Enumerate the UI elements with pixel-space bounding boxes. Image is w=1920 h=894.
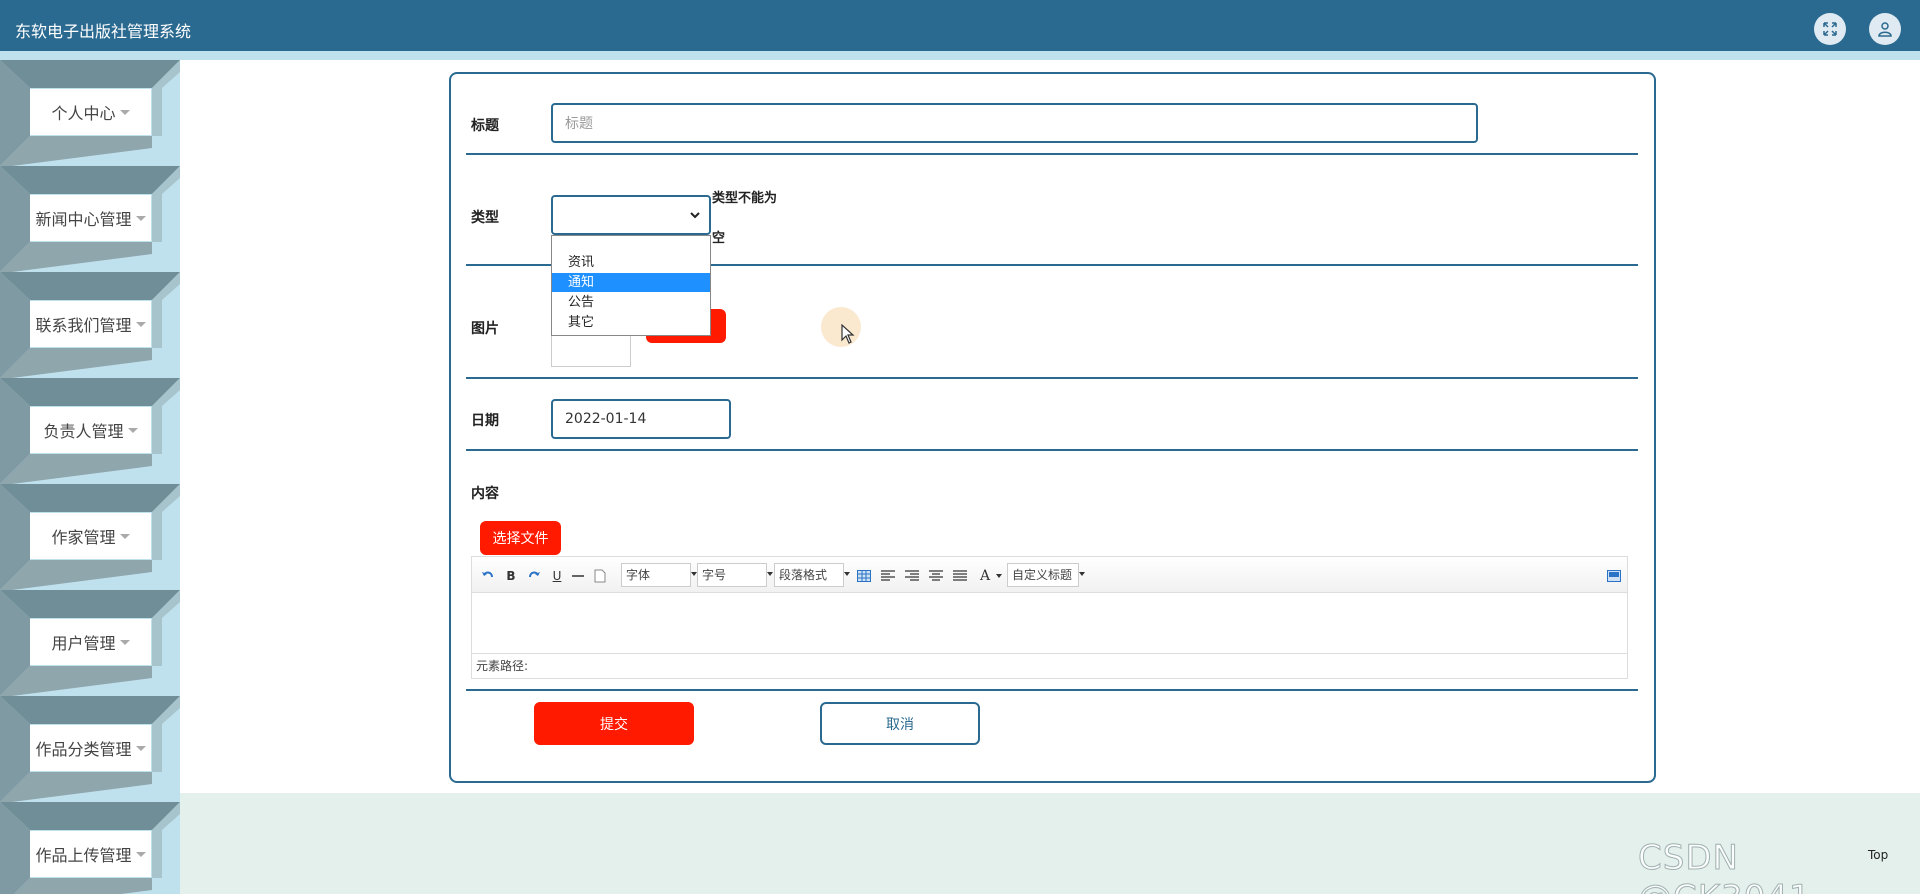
sidebar-item-personal-center[interactable]: 个人中心 <box>0 60 180 166</box>
page-icon[interactable] <box>592 566 608 586</box>
dropdown-arrow-icon <box>996 574 1002 578</box>
title-placeholder: 标题 <box>565 116 593 132</box>
font-size-label: 字号 <box>702 568 727 582</box>
sidebar-item-label: 作家管理 <box>51 528 116 547</box>
app-title: 东软电子出版社管理系统 <box>15 22 192 41</box>
font-family-label: 字体 <box>626 568 651 582</box>
paragraph-format-select[interactable]: 段落格式 <box>774 563 850 587</box>
sidebar-item-label: 联系我们管理 <box>35 316 132 335</box>
dropdown-arrow-icon <box>767 572 773 576</box>
fullscreen-button[interactable] <box>1814 13 1846 45</box>
caret-down-icon <box>135 321 146 327</box>
align-center-icon[interactable] <box>928 566 944 586</box>
sidebar-item-label: 用户管理 <box>51 634 116 653</box>
sidebar-item-work-category[interactable]: 作品分类管理 <box>0 696 180 802</box>
type-dropdown-list: 资讯 通知 公告 其它 <box>551 235 711 336</box>
custom-title-label: 自定义标题 <box>1012 568 1073 582</box>
redo-icon[interactable] <box>526 566 542 586</box>
sidebar-item-news-center[interactable]: 新闻中心管理 <box>0 166 180 272</box>
sidebar-item-label: 新闻中心管理 <box>35 210 132 229</box>
table-icon[interactable] <box>856 566 872 586</box>
caret-down-icon <box>119 639 130 645</box>
type-error-message: 类型不能为 <box>712 191 778 206</box>
user-icon <box>1878 22 1892 37</box>
row-divider <box>466 153 1638 155</box>
sidebar-item-label: 作品上传管理 <box>35 846 132 865</box>
caret-down-icon <box>119 109 130 115</box>
align-right-icon[interactable] <box>904 566 920 586</box>
sidebar-item-label: 作品分类管理 <box>35 740 132 759</box>
align-left-icon[interactable] <box>880 566 896 586</box>
editor-toolbar: B U 字体 字号 段落格式 A 自定义标题 <box>472 557 1627 593</box>
image-label: 图片 <box>471 321 499 337</box>
sidebar-item-label: 个人中心 <box>51 104 116 123</box>
sidebar: 个人中心 新闻中心管理 联系我们管理 负责人管理 作家管理 用户管理 作品分类管… <box>0 60 180 894</box>
type-option-notice[interactable]: 通知 <box>552 273 710 292</box>
cancel-label: 取消 <box>886 716 914 733</box>
expand-icon <box>1823 22 1837 36</box>
caret-down-icon <box>127 427 138 433</box>
source-code-icon[interactable] <box>1606 566 1622 586</box>
element-path-bar: 元素路径: <box>472 653 1627 678</box>
custom-title-select[interactable]: 自定义标题 <box>1007 563 1085 587</box>
font-color-label: A <box>979 568 991 584</box>
element-path-label: 元素路径: <box>476 659 529 673</box>
paragraph-format-label: 段落格式 <box>779 568 828 582</box>
header-strip <box>0 51 1920 60</box>
caret-down-icon <box>135 745 146 751</box>
font-size-select[interactable]: 字号 <box>697 563 773 587</box>
row-divider <box>466 449 1638 451</box>
sidebar-item-manager[interactable]: 负责人管理 <box>0 378 180 484</box>
choose-file-label: 选择文件 <box>492 531 549 547</box>
watermark: CSDN @CK3041 <box>1638 838 1812 894</box>
top-header: 东软电子出版社管理系统 <box>0 0 1920 51</box>
sidebar-item-contact-us[interactable]: 联系我们管理 <box>0 272 180 378</box>
scroll-top-button[interactable]: Top <box>1868 848 1888 862</box>
dropdown-arrow-icon <box>1079 572 1085 576</box>
editor-body[interactable] <box>472 594 1627 652</box>
title-input[interactable]: 标题 <box>551 103 1478 143</box>
bold-button[interactable]: B <box>504 566 518 586</box>
undo-icon[interactable] <box>480 566 496 586</box>
type-error-message-cont: 空 <box>712 231 726 246</box>
type-option-other[interactable]: 其它 <box>552 313 710 332</box>
underline-button[interactable]: U <box>550 566 564 586</box>
submit-button[interactable]: 提交 <box>534 702 694 745</box>
date-input[interactable]: 2022-01-14 <box>551 399 731 439</box>
title-label: 标题 <box>471 118 499 134</box>
type-label: 类型 <box>471 210 499 226</box>
submit-label: 提交 <box>600 716 628 733</box>
choose-file-button[interactable]: 选择文件 <box>480 521 561 555</box>
mouse-cursor-icon <box>841 324 855 344</box>
type-option-announcement[interactable]: 公告 <box>552 293 710 312</box>
caret-down-icon <box>135 851 146 857</box>
caret-down-icon <box>119 533 130 539</box>
user-button[interactable] <box>1869 13 1901 45</box>
sidebar-item-user[interactable]: 用户管理 <box>0 590 180 696</box>
date-value: 2022-01-14 <box>565 411 647 427</box>
rich-text-editor: B U 字体 字号 段落格式 A 自定义标题 元素路径: <box>471 556 1628 679</box>
sidebar-item-work-upload[interactable]: 作品上传管理 <box>0 802 180 894</box>
row-divider <box>466 377 1638 379</box>
row-divider <box>466 689 1638 691</box>
date-label: 日期 <box>471 413 499 429</box>
align-justify-icon[interactable] <box>952 566 968 586</box>
type-option-news[interactable]: 资讯 <box>552 253 710 272</box>
dropdown-arrow-icon <box>844 572 850 576</box>
type-select[interactable] <box>551 195 711 235</box>
content-label: 内容 <box>471 486 499 502</box>
font-family-select[interactable]: 字体 <box>621 563 697 587</box>
font-color-button[interactable]: A <box>976 566 994 586</box>
sidebar-item-writer[interactable]: 作家管理 <box>0 484 180 590</box>
cancel-button[interactable]: 取消 <box>820 702 980 745</box>
sidebar-item-label: 负责人管理 <box>43 422 124 441</box>
chevron-down-icon <box>690 212 700 219</box>
caret-down-icon <box>135 215 146 221</box>
horizontal-rule-icon[interactable] <box>570 566 586 586</box>
